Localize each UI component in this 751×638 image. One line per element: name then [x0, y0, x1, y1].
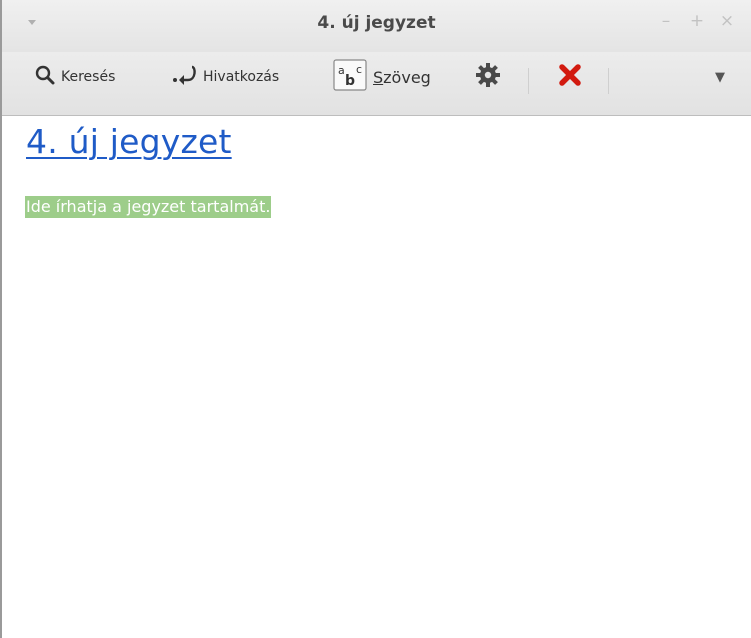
search-button[interactable]: Keresés — [35, 52, 115, 102]
chevron-down-icon: ▼ — [715, 69, 725, 85]
note-window: 4. új jegyzet – + × Keresés Hivatkozás a… — [0, 0, 751, 638]
svg-text:b: b — [345, 73, 355, 89]
delete-x-icon — [558, 63, 582, 91]
text-format-icon: a b c — [333, 59, 367, 95]
toolbar: Keresés Hivatkozás a b c Szöveg ▼ — [2, 52, 751, 116]
note-body-selected-text[interactable]: Ide írhatja a jegyzet tartalmát. — [25, 196, 272, 218]
delete-note-button[interactable] — [558, 52, 582, 102]
link-label: Hivatkozás — [203, 69, 280, 85]
search-label: Keresés — [61, 69, 116, 85]
svg-text:a: a — [338, 64, 345, 77]
svg-text:c: c — [356, 63, 362, 76]
note-editor[interactable]: 4. új jegyzet Ide írhatja a jegyzet tart… — [2, 116, 751, 638]
search-icon — [35, 65, 55, 89]
title-bar[interactable]: 4. új jegyzet – + × — [2, 0, 751, 52]
link-arrow-icon — [172, 64, 198, 90]
link-button[interactable]: Hivatkozás — [172, 52, 279, 102]
window-title: 4. új jegyzet — [317, 13, 436, 33]
text-format-label: Szöveg — [373, 67, 431, 87]
toolbar-separator — [528, 68, 529, 94]
gear-icon — [475, 62, 501, 92]
toolbar-separator — [608, 68, 609, 94]
toolbar-menu-dropdown[interactable]: ▼ — [715, 52, 725, 102]
note-title[interactable]: 4. új jegyzet — [26, 122, 232, 161]
text-format-button[interactable]: a b c Szöveg — [333, 52, 431, 102]
close-button[interactable]: × — [717, 10, 737, 32]
minimize-button[interactable]: – — [656, 10, 676, 32]
maximize-button[interactable]: + — [687, 10, 707, 32]
settings-button[interactable] — [475, 52, 501, 102]
